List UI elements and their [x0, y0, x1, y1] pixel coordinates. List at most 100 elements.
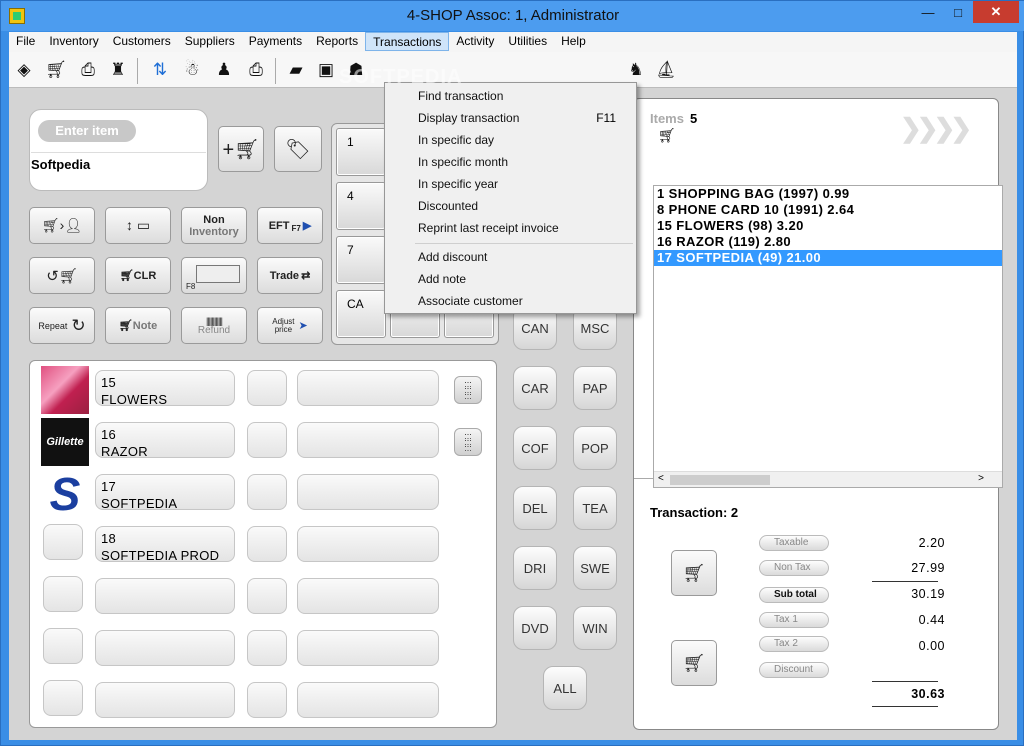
item-qty[interactable] [247, 526, 287, 562]
item-desc[interactable] [297, 422, 439, 458]
item-entry-input[interactable]: Softpedia [31, 157, 90, 172]
menu-suppliers[interactable]: Suppliers [178, 32, 242, 51]
item-button[interactable]: 18 SOFTPEDIA PROD [95, 526, 235, 563]
item-desc[interactable] [297, 578, 439, 614]
item-desc[interactable] [297, 526, 439, 562]
non-tax-button[interactable]: Non Tax [759, 560, 829, 576]
keypad-grid-icon[interactable]: ::::::::: [454, 428, 482, 456]
price-tag-button[interactable]: 🏷︎ [274, 126, 322, 172]
menu-activity[interactable]: Activity [449, 32, 501, 51]
menu-reports[interactable]: Reports [309, 32, 365, 51]
people-icon[interactable]: ♟ [213, 59, 235, 81]
key-ca[interactable]: CA [336, 290, 386, 338]
category-car[interactable]: CAR [513, 366, 557, 410]
item-desc[interactable] [297, 474, 439, 510]
flowers-image[interactable] [41, 366, 89, 414]
restore-button[interactable]: □ [943, 1, 973, 23]
receipt-line[interactable]: 1 SHOPPING BAG (1997) 0.99 [654, 186, 1002, 202]
add-to-cart-button[interactable]: +🛒︎ [218, 126, 264, 172]
menu-transactions[interactable]: Transactions [365, 32, 450, 51]
item-desc[interactable] [297, 630, 439, 666]
adjust-price-button[interactable]: Adjust price ➤ [257, 307, 323, 344]
menu-display-transaction[interactable]: Display transaction [418, 111, 519, 125]
key-1[interactable]: 1 [336, 128, 386, 176]
trade-button[interactable]: Trade ⇄ [257, 257, 323, 294]
item-image-slot[interactable] [43, 628, 83, 664]
item-qty[interactable] [247, 578, 287, 614]
cart-back-button[interactable]: 🛒︎ [671, 550, 717, 596]
person-icon[interactable]: ☃ [181, 59, 203, 81]
item-desc[interactable] [297, 682, 439, 718]
menu-add-note[interactable]: Add note [418, 272, 466, 286]
category-all[interactable]: ALL [543, 666, 587, 710]
gillette-logo[interactable]: Gillette [41, 418, 89, 466]
note-button[interactable]: 🛒︎ Note [105, 307, 171, 344]
category-tea[interactable]: TEA [573, 486, 617, 530]
category-swe[interactable]: SWE [573, 546, 617, 590]
item-qty[interactable] [247, 474, 287, 510]
menu-associate-customer[interactable]: Associate customer [418, 294, 523, 308]
clear-button[interactable]: 🛒︎ CLR [105, 257, 171, 294]
item-button[interactable] [95, 630, 235, 666]
refund-button[interactable]: |||||||||||| Refund [181, 307, 247, 344]
non-inventory-button[interactable]: Non Inventory [181, 207, 247, 244]
customer-icon[interactable]: ♜ [107, 59, 129, 81]
tax2-button[interactable]: Tax 2 [759, 636, 829, 652]
menu-inventory[interactable]: Inventory [42, 32, 105, 51]
menu-add-discount[interactable]: Add discount [418, 250, 487, 264]
eft-button[interactable]: EFT F7 ▶ [257, 207, 323, 244]
softpedia-logo[interactable]: S [41, 470, 89, 518]
menu-in-specific-month[interactable]: In specific month [418, 155, 508, 169]
scroll-right-icon[interactable]: > [978, 473, 984, 484]
item-qty[interactable] [247, 682, 287, 718]
item-button[interactable]: 15 FLOWERS [95, 370, 235, 407]
category-dri[interactable]: DRI [513, 546, 557, 590]
key-7[interactable]: 7 [336, 236, 386, 284]
item-button[interactable] [95, 578, 235, 614]
logout-icon[interactable]: ◈ [13, 59, 35, 81]
cart-checkout-button[interactable]: 🛒︎ [671, 640, 717, 686]
menu-find-transaction[interactable]: Find transaction [418, 89, 503, 103]
receipt-line[interactable]: 16 RAZOR (119) 2.80 [654, 234, 1002, 250]
close-button[interactable]: ✕ [973, 1, 1019, 23]
return-cart-button[interactable]: ↺🛒︎ [29, 257, 95, 294]
horizontal-scrollbar[interactable]: < > [654, 471, 1002, 487]
cashregister-icon[interactable]: ▰ [285, 59, 307, 81]
menu-payments[interactable]: Payments [242, 32, 309, 51]
category-cof[interactable]: COF [513, 426, 557, 470]
item-button[interactable]: 17 SOFTPEDIA [95, 474, 235, 511]
boat-icon[interactable]: ⛵︎ [655, 59, 677, 81]
menu-customers[interactable]: Customers [106, 32, 178, 51]
transfer-icon[interactable]: ⇅ [149, 59, 171, 81]
calculator-icon[interactable]: ▣ [315, 59, 337, 81]
scroll-thumb[interactable] [670, 475, 770, 485]
scroll-left-icon[interactable]: < [658, 473, 664, 484]
menu-file[interactable]: File [9, 32, 42, 51]
item-qty[interactable] [247, 422, 287, 458]
item-image-slot[interactable] [43, 524, 83, 560]
cash-drawer-button[interactable]: F8 [181, 257, 247, 294]
category-del[interactable]: DEL [513, 486, 557, 530]
cart-to-customer-button[interactable]: 🛒︎›👤︎ [29, 207, 95, 244]
receipt-line[interactable]: 15 FLOWERS (98) 3.20 [654, 218, 1002, 234]
menu-in-specific-year[interactable]: In specific year [418, 177, 498, 191]
item-button[interactable] [95, 682, 235, 718]
menu-utilities[interactable]: Utilities [501, 32, 554, 51]
taxable-button[interactable]: Taxable [759, 535, 829, 551]
receipt-line[interactable]: 8 PHONE CARD 10 (1991) 2.64 [654, 202, 1002, 218]
item-image-slot[interactable] [43, 576, 83, 612]
key-4[interactable]: 4 [336, 182, 386, 230]
item-qty[interactable] [247, 630, 287, 666]
category-dvd[interactable]: DVD [513, 606, 557, 650]
keypad-grid-icon[interactable]: ::::::::: [454, 376, 482, 404]
item-qty[interactable] [247, 370, 287, 406]
subtotal-button[interactable]: Sub total [759, 587, 829, 603]
category-win[interactable]: WIN [573, 606, 617, 650]
receipt-line-selected[interactable]: 17 SOFTPEDIA (49) 21.00 [654, 250, 1002, 266]
tax1-button[interactable]: Tax 1 [759, 612, 829, 628]
minimize-button[interactable]: — [913, 1, 943, 23]
cart-icon[interactable]: 🛒︎ [45, 59, 67, 81]
menu-reprint-last-receipt[interactable]: Reprint last receipt invoice [418, 221, 559, 235]
title-bar[interactable]: 4-SHOP Assoc: 1, Administrator — □ ✕ [1, 1, 1024, 31]
category-pap[interactable]: PAP [573, 366, 617, 410]
